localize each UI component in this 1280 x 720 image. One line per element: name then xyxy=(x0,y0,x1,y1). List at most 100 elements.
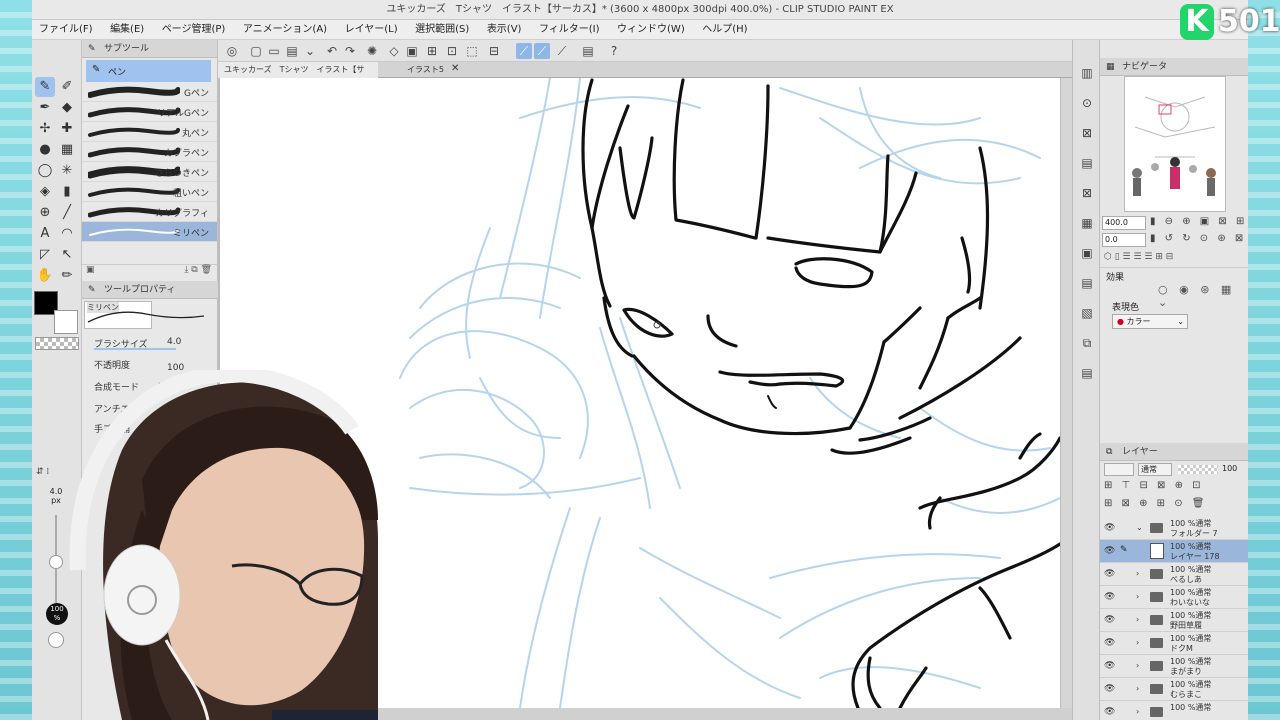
hand-tool-icon[interactable]: ✋ xyxy=(35,266,55,286)
close-tab-icon[interactable]: ✕ xyxy=(451,63,459,74)
clear-icon[interactable]: ✺ xyxy=(364,43,380,59)
chevron-icon[interactable]: › xyxy=(1136,684,1139,693)
layer-row[interactable]: 👁 › 100 %通常 野田草履 xyxy=(1100,609,1248,632)
visibility-eye-icon[interactable]: 👁 xyxy=(1104,546,1115,556)
menu-animation[interactable]: アニメーション(A) xyxy=(236,20,334,40)
layer-opacity-value[interactable]: 100 xyxy=(1222,464,1237,473)
angle-field[interactable]: 0.0 xyxy=(1102,233,1146,247)
select-all-icon[interactable]: ⊟ xyxy=(486,43,502,59)
layer-blend-select[interactable]: 通常 xyxy=(1138,463,1172,476)
pen-tool-icon[interactable]: ✎ xyxy=(35,77,55,97)
open-file-icon[interactable]: ▭ xyxy=(266,43,282,59)
brush-item[interactable]: Gペン xyxy=(82,82,217,102)
menu-file[interactable]: ファイル(F) xyxy=(32,20,100,40)
color-history-icon[interactable]: ▣ xyxy=(1078,244,1096,262)
text-tool-icon[interactable]: A xyxy=(35,224,55,244)
line-tool-icon[interactable]: ╱ xyxy=(57,203,77,223)
layer-toolbar-2[interactable]: ⊞ ⊠ ⊕ ⊞ ⊙ 🗑 xyxy=(1104,498,1207,509)
zoom-controls[interactable]: ▮ ⊖ ⊕ ▣ ⊠ ⊞ xyxy=(1150,216,1247,227)
brush-item[interactable]: ミリペン xyxy=(82,222,217,242)
subtool-settings-icon[interactable]: ▣ xyxy=(86,265,95,275)
brush-item[interactable]: さらつきペン xyxy=(82,162,217,182)
brush-size-value[interactable]: 4.0 xyxy=(167,337,181,347)
clip-studio-icon[interactable]: ◎ xyxy=(224,43,240,59)
layer-row[interactable]: 👁 › 100 %通常 ドクM xyxy=(1100,632,1248,655)
visibility-eye-icon[interactable]: 👁 xyxy=(1104,615,1115,625)
layer-row[interactable]: 👁 › 100 %通常 むらまこ xyxy=(1100,678,1248,701)
chevron-icon[interactable]: › xyxy=(1136,592,1139,601)
eyedropper-tool-icon[interactable]: ✏ xyxy=(57,266,77,286)
eraser-tool-icon[interactable]: ◆ xyxy=(57,98,77,118)
deselect-icon[interactable]: ⊞ xyxy=(424,43,440,59)
ruler-snap-icon[interactable]: ⟋ xyxy=(516,43,532,59)
help-icon[interactable]: ? xyxy=(606,43,622,59)
undo-icon[interactable]: ↶ xyxy=(324,43,340,59)
balloon-tool-icon[interactable]: ◠ xyxy=(57,224,77,244)
layer-row[interactable]: 👁 ⌄ 100 %通常 フォルダー 7 xyxy=(1100,517,1248,540)
new-file-icon[interactable]: ▢ xyxy=(248,43,264,59)
redo-icon[interactable]: ↷ xyxy=(342,43,358,59)
brush-item[interactable]: カブラペン xyxy=(82,142,217,162)
subtool-footer-icons[interactable]: ⤓ ⧉ 🗑 xyxy=(184,265,212,275)
auto-action-icon[interactable]: ⊠ xyxy=(1078,184,1096,202)
gradient-tool-icon[interactable]: ▮ xyxy=(57,182,77,202)
tab-illust5[interactable]: イラスト5 xyxy=(401,62,471,78)
chevron-icon[interactable]: › xyxy=(1136,707,1139,716)
canvas-scrollbar[interactable] xyxy=(1061,78,1072,708)
subtool-group-pen[interactable]: ✎ ペン xyxy=(86,60,211,82)
layer-row[interactable]: 👁 › 100 %通常 わいないな xyxy=(1100,586,1248,609)
zoom-tool-icon[interactable]: ⊕ xyxy=(35,203,55,223)
invert-selection-icon[interactable]: ⬚ xyxy=(464,43,480,59)
transform-icon[interactable]: ▣ xyxy=(404,43,420,59)
chevron-icon[interactable]: ⌄ xyxy=(1136,523,1143,532)
move-tool-icon[interactable]: ✚ xyxy=(57,119,77,139)
special-ruler-snap-icon[interactable]: ⟋ xyxy=(534,43,550,59)
grid-tool-icon[interactable]: ▦ xyxy=(57,140,77,160)
menu-edit[interactable]: 編集(E) xyxy=(103,20,151,40)
visibility-eye-icon[interactable]: 👁 xyxy=(1104,523,1115,533)
quick-access-icon[interactable]: ▤ xyxy=(1078,364,1096,382)
export-icon[interactable]: ⌄ xyxy=(302,43,318,59)
menu-selection[interactable]: 選択範囲(S) xyxy=(408,20,476,40)
menu-view[interactable]: 表示(V) xyxy=(480,20,529,40)
expression-color-select[interactable]: ● カラー ⌄ xyxy=(1112,314,1188,329)
save-file-icon[interactable]: ▤ xyxy=(284,43,300,59)
item-bank-icon[interactable]: ⊠ xyxy=(1078,124,1096,142)
layer-color-select[interactable] xyxy=(1104,463,1134,476)
chevron-icon[interactable]: › xyxy=(1136,661,1139,670)
visibility-eye-icon[interactable]: 👁 xyxy=(1104,569,1115,579)
document-icon[interactable]: ▤ xyxy=(580,43,596,59)
sub-view-icon[interactable]: ▧ xyxy=(1078,304,1096,322)
layer-opacity-slider[interactable] xyxy=(1178,465,1218,474)
visibility-eye-icon[interactable]: 👁 xyxy=(1104,592,1115,602)
color-set-icon[interactable]: ▦ xyxy=(1078,214,1096,232)
layer-toolbar-1[interactable]: ⊞ ⊤ ⊟ ⊠ ⊕ ⊡ xyxy=(1104,480,1204,491)
visibility-eye-icon[interactable]: 👁 xyxy=(1104,661,1115,671)
grid-snap-icon[interactable]: ⟋ xyxy=(554,43,570,59)
navigator-preview[interactable] xyxy=(1124,76,1226,212)
effect-buttons[interactable]: ○ ◉ ⊛ ▦ ⌄ xyxy=(1158,283,1248,309)
layer-search-icon[interactable]: ▤ xyxy=(1078,274,1096,292)
layer-row[interactable]: 👁 › 100 %通常 まがまり xyxy=(1100,655,1248,678)
zoom-field[interactable]: 400.0 xyxy=(1102,216,1146,230)
layer-row[interactable]: 👁 ✎ 100 %通常 レイヤー 178 xyxy=(1100,540,1248,563)
chevron-icon[interactable]: › xyxy=(1136,569,1139,578)
visibility-eye-icon[interactable]: 👁 xyxy=(1104,684,1115,694)
visibility-eye-icon[interactable]: 👁 xyxy=(1104,638,1115,648)
fill-command-icon[interactable]: ◇ xyxy=(386,43,402,59)
menu-filter[interactable]: フィルター(I) xyxy=(532,20,607,40)
brush-item[interactable]: リアルGペン xyxy=(82,102,217,122)
menu-window[interactable]: ウィンドウ(W) xyxy=(610,20,692,40)
lasso-tool-icon[interactable]: ◯ xyxy=(35,161,55,181)
brush-item[interactable]: 粗いペン xyxy=(82,182,217,202)
chevron-icon[interactable]: › xyxy=(1136,615,1139,624)
layer-row[interactable]: 👁 › 100 %通常 べるしあ xyxy=(1100,563,1248,586)
brush-tool-icon[interactable]: ✒ xyxy=(35,98,55,118)
fill-tool-icon[interactable]: ◈ xyxy=(35,182,55,202)
menu-page[interactable]: ページ管理(P) xyxy=(155,20,233,40)
frame-tool-icon[interactable]: ◸ xyxy=(35,245,55,265)
material-icon[interactable]: ▥ xyxy=(1078,64,1096,82)
brush-item[interactable]: カリグラフィ xyxy=(82,202,217,222)
rotate-controls[interactable]: ▮ ↺ ↻ ⊙ ⊛ ⊠ xyxy=(1150,233,1246,244)
layer-row[interactable]: 👁 › 100 %通常 xyxy=(1100,701,1248,720)
